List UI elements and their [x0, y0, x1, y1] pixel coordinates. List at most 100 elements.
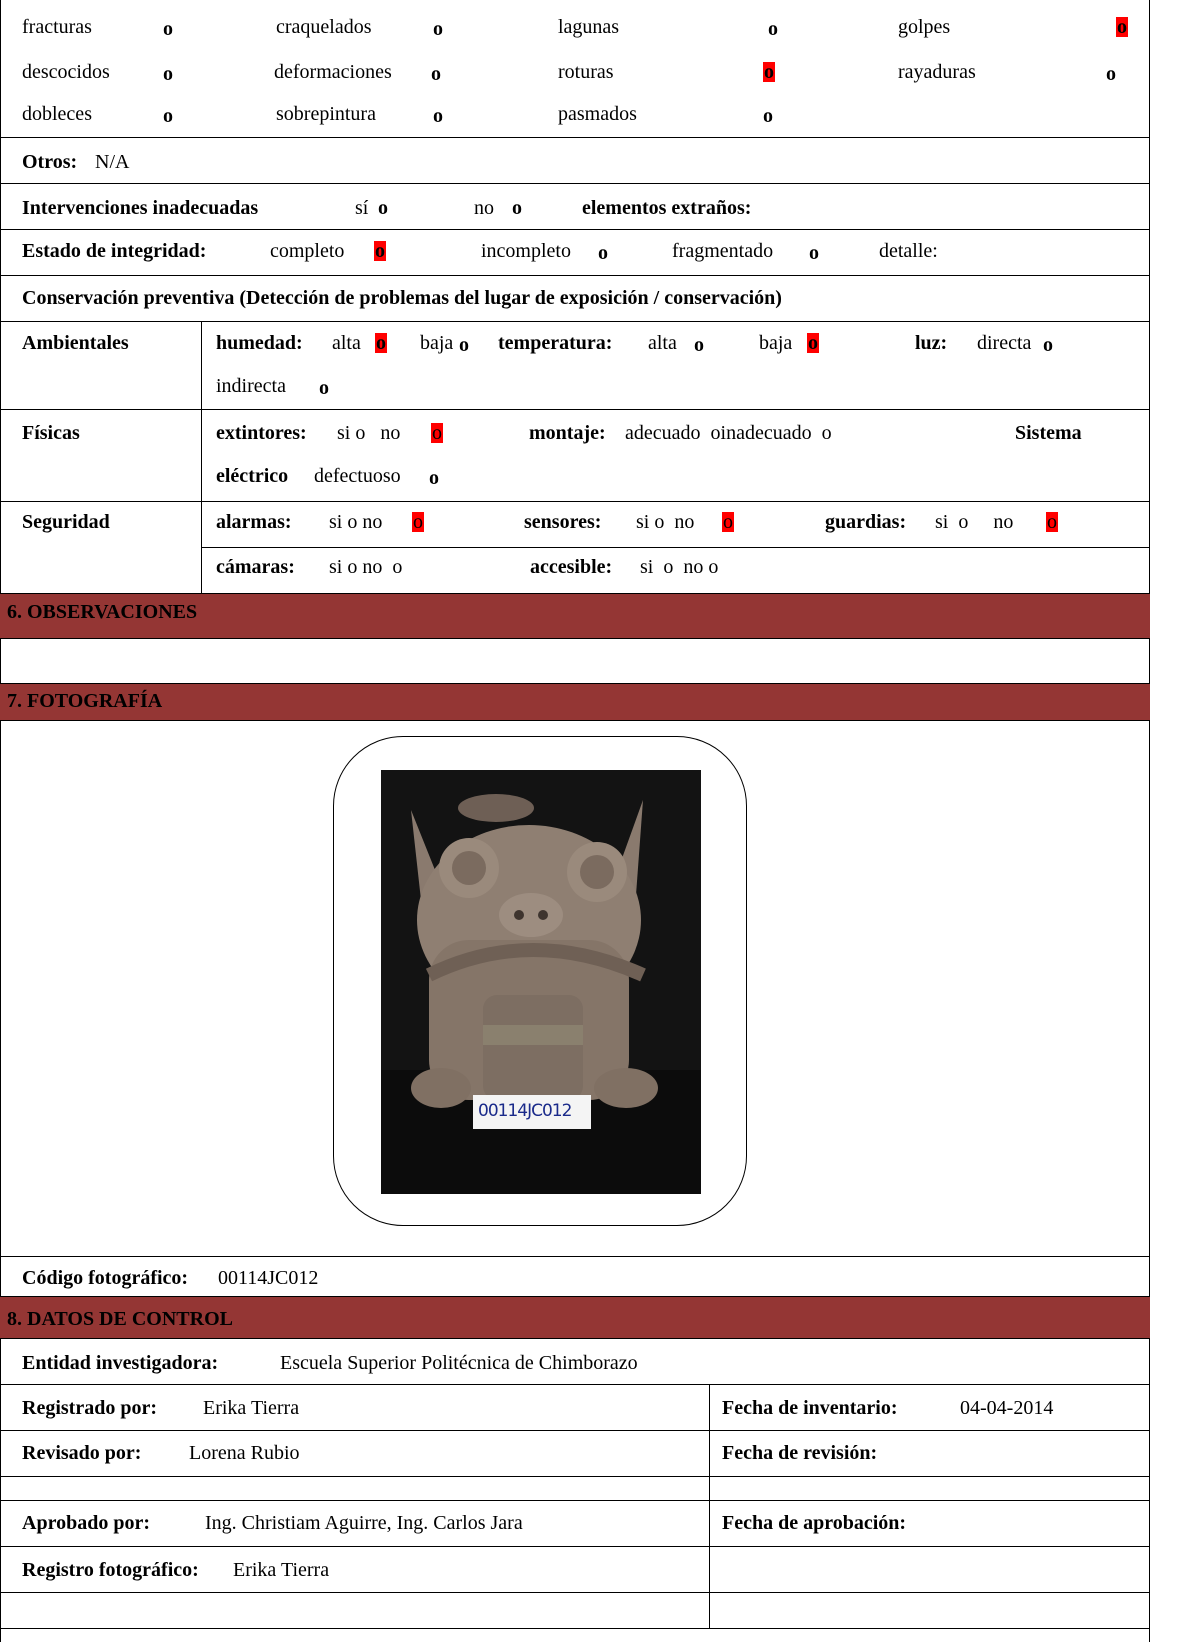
- damage-marker: o: [163, 63, 173, 85]
- intervenciones-si-marker: o: [378, 197, 388, 219]
- fisicas-label: Físicas: [22, 422, 80, 444]
- row-divider: [0, 409, 1150, 410]
- damage-marker-selected: o: [763, 61, 775, 83]
- luz-directa-marker: o: [1043, 334, 1053, 356]
- sensores-no-marker-selected: o: [722, 511, 734, 533]
- row-divider: [0, 275, 1150, 276]
- section-header-observaciones: 6. OBSERVACIONES: [0, 593, 1150, 639]
- row-divider: [0, 1476, 1150, 1477]
- alarmas-label: alarmas:: [216, 511, 292, 533]
- ambientales-label: Ambientales: [22, 332, 129, 354]
- row-divider: [0, 1592, 1150, 1593]
- damage-marker: o: [763, 105, 773, 127]
- row-divider: [0, 501, 1150, 502]
- alarmas-options: si o no: [329, 511, 383, 533]
- damage-label: golpes: [898, 16, 951, 38]
- row-divider: [0, 1384, 1150, 1385]
- registro-fotografico-value: Erika Tierra: [233, 1559, 330, 1581]
- temperatura-alta-marker: o: [694, 334, 704, 356]
- section-title: 8. DATOS DE CONTROL: [7, 1308, 233, 1330]
- section-header-fotografia: 7. FOTOGRAFÍA: [0, 683, 1150, 721]
- otros-label: Otros:: [22, 151, 78, 173]
- row-divider: [201, 547, 1150, 548]
- guardias-label: guardias:: [825, 511, 907, 533]
- temperatura-alta: alta: [648, 332, 677, 354]
- accesible-options: si o no o: [640, 556, 719, 578]
- damage-label: lagunas: [558, 16, 620, 38]
- bottom-border: [0, 1628, 1150, 1629]
- humedad-alta-marker-selected: o: [375, 332, 387, 354]
- alarmas-no-marker-selected: o: [412, 511, 424, 533]
- fecha-revision-label: Fecha de revisión:: [722, 1442, 878, 1464]
- guardias-no-marker-selected: o: [1046, 511, 1058, 533]
- damage-label: roturas: [558, 61, 614, 83]
- codigo-label: Código fotográfico:: [22, 1267, 189, 1289]
- damage-label: fracturas: [22, 16, 92, 38]
- luz-directa: directa: [977, 332, 1032, 354]
- entidad-label: Entidad investigadora:: [22, 1352, 219, 1374]
- damage-label: dobleces: [22, 103, 92, 125]
- row-divider: [0, 137, 1150, 138]
- intervenciones-no: no: [474, 197, 494, 219]
- damage-marker: o: [431, 63, 441, 85]
- elementos-extranos-label: elementos extraños:: [582, 197, 752, 219]
- extintores-label: extintores:: [216, 422, 307, 444]
- sensores-label: sensores:: [524, 511, 602, 533]
- guardias-options: si o no: [935, 511, 1014, 533]
- row-divider: [0, 1256, 1150, 1257]
- registrado-value: Erika Tierra: [203, 1397, 300, 1419]
- fecha-aprobacion-label: Fecha de aprobación:: [722, 1512, 907, 1534]
- camaras-options: si o no o: [329, 556, 403, 578]
- integridad-completo-marker-selected: o: [374, 240, 386, 262]
- integridad-completo: completo: [270, 240, 345, 262]
- montaje-options: adecuado oinadecuado o: [625, 422, 832, 444]
- luz-label: luz:: [915, 332, 948, 354]
- revisado-value: Lorena Rubio: [189, 1442, 300, 1464]
- camaras-label: cámaras:: [216, 556, 295, 578]
- damage-label: pasmados: [558, 103, 637, 125]
- row-divider: [0, 1500, 1150, 1501]
- humedad-label: humedad:: [216, 332, 303, 354]
- damage-marker: o: [433, 105, 443, 127]
- row-divider: [0, 183, 1150, 184]
- aprobado-value: Ing. Christiam Aguirre, Ing. Carlos Jara: [205, 1512, 523, 1534]
- extintores-options: si o no: [337, 422, 401, 444]
- electrico-defectuoso: defectuoso: [314, 465, 401, 487]
- temperatura-baja-marker-selected: o: [807, 332, 819, 354]
- damage-label: rayaduras: [898, 61, 976, 83]
- section-header-control: 8. DATOS DE CONTROL: [0, 1296, 1150, 1339]
- humedad-alta: alta: [332, 332, 361, 354]
- intervenciones-no-marker: o: [512, 197, 522, 219]
- damage-label: craquelados: [276, 16, 372, 38]
- integridad-fragmentado: fragmentado: [672, 240, 774, 262]
- registro-fotografico-label: Registro fotográfico:: [22, 1559, 199, 1581]
- damage-marker: o: [768, 18, 778, 40]
- section-title: 7. FOTOGRAFÍA: [7, 690, 163, 712]
- registrado-label: Registrado por:: [22, 1397, 157, 1419]
- temperatura-baja: baja: [759, 332, 793, 354]
- right-border: [1149, 0, 1150, 1642]
- sensores-options: si o no: [636, 511, 695, 533]
- seguridad-label: Seguridad: [22, 511, 110, 533]
- luz-indirecta-marker: o: [319, 377, 329, 399]
- sistema-label: Sistema: [1015, 422, 1082, 444]
- extintores-no-marker-selected: o: [431, 422, 443, 444]
- damage-marker: o: [163, 18, 173, 40]
- damage-marker: o: [1106, 63, 1116, 85]
- intervenciones-label: Intervenciones inadecuadas: [22, 197, 259, 219]
- intervenciones-si: sí: [355, 197, 369, 219]
- fecha-inventario-label: Fecha de inventario:: [722, 1397, 898, 1419]
- left-border: [0, 0, 1, 1642]
- codigo-value: 00114JC012: [218, 1267, 319, 1289]
- montaje-label: montaje:: [529, 422, 606, 444]
- column-divider-conservation: [201, 321, 202, 593]
- row-divider: [0, 229, 1150, 230]
- temperatura-label: temperatura:: [498, 332, 613, 354]
- conservacion-title: Conservación preventiva (Detección de pr…: [22, 287, 782, 309]
- damage-marker: o: [433, 18, 443, 40]
- damage-marker-selected: o: [1116, 16, 1128, 38]
- section-title: 6. OBSERVACIONES: [7, 601, 198, 623]
- integridad-incompleto-marker: o: [598, 242, 608, 264]
- aprobado-label: Aprobado por:: [22, 1512, 150, 1534]
- integridad-detalle: detalle:: [879, 240, 938, 262]
